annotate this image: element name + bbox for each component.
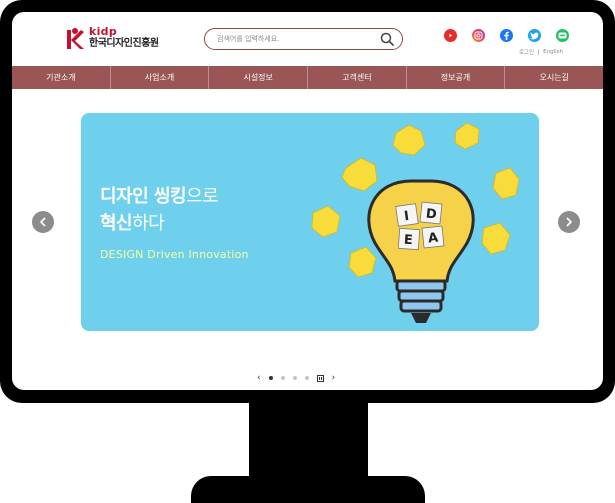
main-navigation: 기관소개 사업소개 시설정보 고객센터 정보공개 오시는길 <box>12 66 603 89</box>
search-input[interactable] <box>217 32 377 46</box>
browser-viewport: kidp 한국디자인진흥원 검색어를 입력하세요. 로그인 English 기관… <box>12 12 603 390</box>
utility-divider <box>538 49 540 55</box>
search-icon[interactable] <box>380 32 394 46</box>
monitor-stand-base <box>191 476 425 503</box>
hero-subtitle: DESIGN Driven Innovation <box>100 248 249 261</box>
youtube-icon[interactable] <box>444 29 457 42</box>
site-logo[interactable]: kidp 한국디자인진흥원 <box>66 26 159 50</box>
chevron-right-icon <box>566 217 572 227</box>
hero-banner-slide[interactable]: 디자인 씽킹으로 혁신하다 DESIGN Driven Innovation I… <box>81 113 539 331</box>
nav-item-about[interactable]: 기관소개 <box>12 66 111 89</box>
english-link[interactable]: English <box>543 49 563 55</box>
nav-item-customer-center[interactable]: 고객센터 <box>308 66 407 89</box>
slide-next-button[interactable] <box>558 211 580 233</box>
cube-letter-e: E <box>403 233 413 249</box>
logo-organization-name: 한국디자인진흥원 <box>89 38 159 49</box>
monitor-stand-neck <box>249 400 368 486</box>
pager-dot-3[interactable] <box>292 376 297 380</box>
social-links <box>444 29 569 42</box>
pager-prev-button[interactable]: ‹ <box>257 373 261 383</box>
nav-item-directions[interactable]: 오시는길 <box>505 66 603 89</box>
logo-mark-icon <box>67 28 84 49</box>
hero-title-line1-rest: 으로 <box>186 186 219 207</box>
lightbulb-glass-icon <box>367 179 475 283</box>
idea-lightbulb-illustration: I D E A <box>311 122 520 323</box>
cube-letter-a: A <box>427 231 439 247</box>
pager-dot-2[interactable] <box>280 376 285 380</box>
pager-next-button[interactable]: › <box>332 373 336 383</box>
chevron-left-icon <box>40 217 46 227</box>
lightbulb-base-icon <box>395 279 447 313</box>
hero-title-line2-bold: 혁신 <box>100 213 133 234</box>
hero-title-line1-bold: 디자인 씽킹 <box>100 186 187 207</box>
nav-item-disclosure[interactable]: 정보공개 <box>407 66 506 89</box>
monitor-frame: kidp 한국디자인진흥원 검색어를 입력하세요. 로그인 English 기관… <box>0 0 615 403</box>
pager-dot-1[interactable] <box>268 376 273 380</box>
nav-item-facilities[interactable]: 시설정보 <box>209 66 309 89</box>
slide-prev-button[interactable] <box>32 211 54 233</box>
slider-pagination: ‹ › <box>257 372 367 384</box>
facebook-icon[interactable] <box>500 29 513 42</box>
logo-wordmark: kidp <box>89 25 118 38</box>
search-bar <box>204 28 403 50</box>
pager-pause-icon[interactable] <box>316 374 324 382</box>
utility-links: 로그인 English <box>519 48 563 56</box>
nav-item-business[interactable]: 사업소개 <box>111 66 210 89</box>
login-link[interactable]: 로그인 <box>519 48 534 56</box>
site-header: kidp 한국디자인진흥원 검색어를 입력하세요. 로그인 English <box>12 12 603 66</box>
hero-title: 디자인 씽킹으로 혁신하다 <box>100 183 219 237</box>
instagram-icon[interactable] <box>472 29 485 42</box>
twitter-icon[interactable] <box>528 29 541 42</box>
blog-icon[interactable] <box>556 29 569 42</box>
cube-letter-d: D <box>425 207 438 223</box>
pager-dot-4[interactable] <box>304 376 309 380</box>
hero-title-line2-rest: 하다 <box>132 213 165 234</box>
